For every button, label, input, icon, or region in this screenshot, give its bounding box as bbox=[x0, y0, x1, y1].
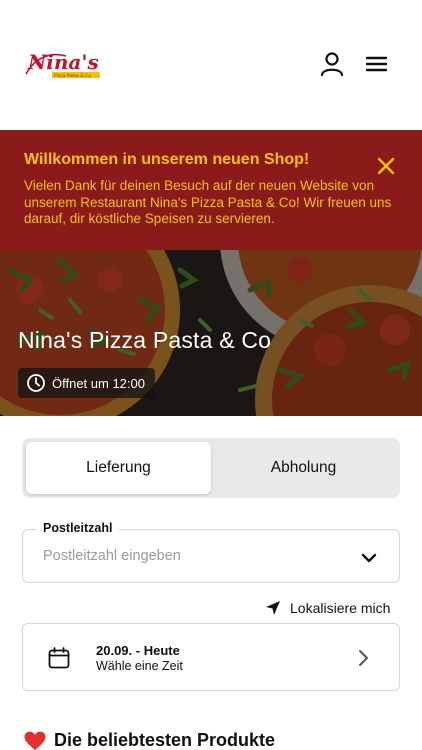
calendar-icon bbox=[47, 646, 71, 670]
welcome-banner: Willkommen in unserem neuen Shop! Vielen… bbox=[0, 130, 422, 250]
opening-hours-badge: Öffnet um 12:00 bbox=[18, 368, 155, 398]
location-arrow-icon bbox=[264, 599, 282, 617]
app-header: Nina's Pizza Pasta & Co bbox=[0, 0, 422, 130]
tab-lieferung[interactable]: Lieferung bbox=[26, 442, 211, 494]
svg-text:Pizza Pasta & Co: Pizza Pasta & Co bbox=[54, 73, 91, 79]
selected-date: 20.09. - Heute bbox=[96, 643, 180, 658]
postcode-label: Postleitzahl bbox=[36, 521, 120, 535]
locate-me-button[interactable]: Lokalisiere mich bbox=[264, 598, 390, 618]
banner-text: Vielen Dank für deinen Besuch auf der ne… bbox=[24, 178, 392, 226]
restaurant-logo[interactable]: Nina's Pizza Pasta & Co bbox=[22, 44, 104, 84]
heart-icon bbox=[24, 731, 46, 750]
hero-image: Nina's Pizza Pasta & Co Öffnet um 12:00 bbox=[0, 250, 422, 416]
restaurant-name: Nina's Pizza Pasta & Co bbox=[18, 327, 272, 353]
chevron-down-icon[interactable] bbox=[359, 548, 379, 568]
close-icon[interactable] bbox=[374, 154, 398, 178]
tab-abholung[interactable]: Abholung bbox=[211, 442, 396, 494]
opening-hours-text: Öffnet um 12:00 bbox=[52, 375, 145, 391]
postcode-field[interactable] bbox=[22, 529, 400, 583]
svg-text:Nina's: Nina's bbox=[27, 50, 99, 74]
section-title: Die beliebtesten Produkte bbox=[54, 730, 276, 750]
menu-icon[interactable] bbox=[363, 50, 391, 78]
postcode-input[interactable] bbox=[43, 548, 343, 564]
order-type-toggle: Lieferung Abholung bbox=[22, 438, 400, 498]
chevron-right-icon bbox=[353, 648, 373, 668]
popular-products-heading: Die beliebtesten Produkte bbox=[24, 730, 275, 750]
locate-me-label: Lokalisiere mich bbox=[290, 600, 391, 616]
banner-title: Willkommen in unserem neuen Shop! bbox=[24, 151, 310, 168]
time-hint: Wähle eine Zeit bbox=[96, 659, 183, 673]
user-icon[interactable] bbox=[318, 50, 346, 78]
clock-icon bbox=[26, 373, 46, 393]
time-picker[interactable]: 20.09. - Heute Wähle eine Zeit bbox=[22, 623, 400, 691]
